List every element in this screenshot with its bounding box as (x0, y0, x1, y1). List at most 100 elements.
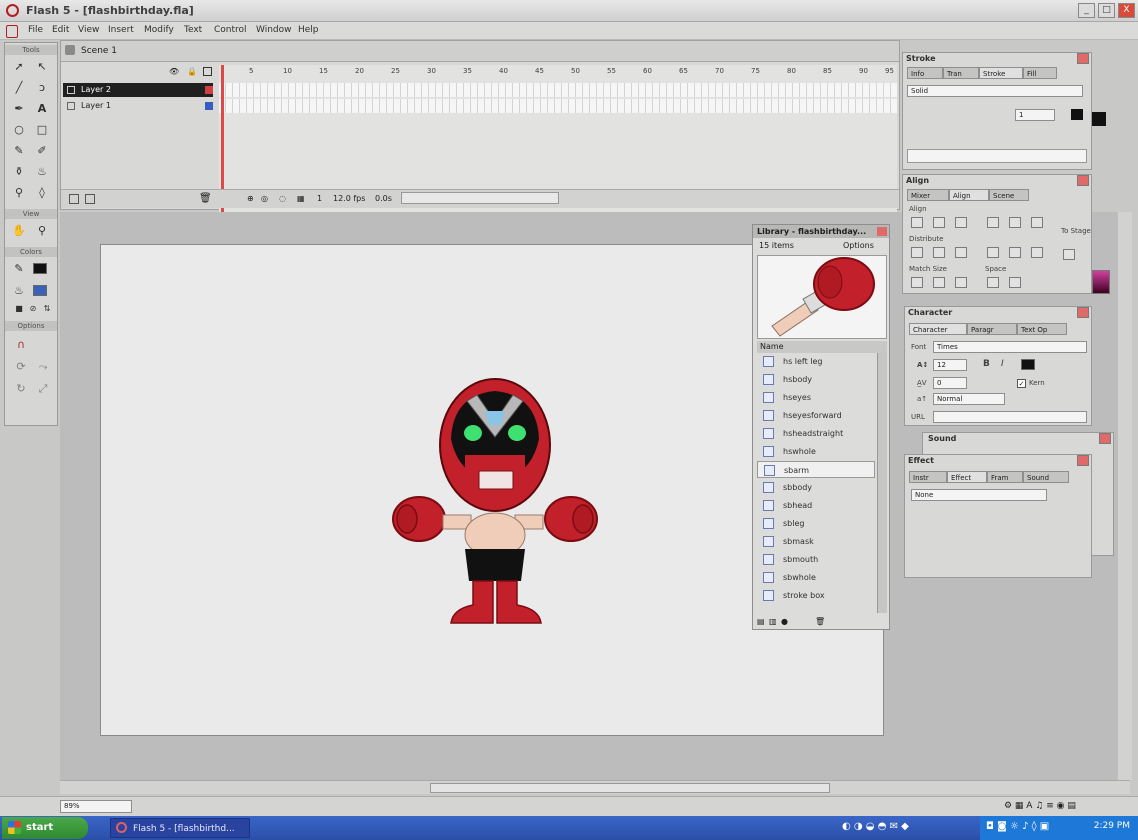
tab-frame[interactable]: Fram (987, 471, 1023, 483)
paint-bucket-icon[interactable]: ♨ (32, 162, 52, 181)
library-column-name[interactable]: Name (757, 341, 887, 353)
dropper-icon[interactable]: ⚲ (9, 183, 29, 202)
zoom-select[interactable]: 89% (60, 800, 132, 813)
stroke-color-swatch[interactable] (1071, 109, 1083, 120)
ink-bottle-icon[interactable]: ⚱ (9, 162, 29, 181)
menu-edit[interactable]: Edit (52, 25, 69, 35)
text-color-swatch[interactable] (1021, 359, 1035, 370)
align-right-icon[interactable] (955, 217, 967, 228)
brush-icon[interactable]: ✐ (32, 141, 52, 160)
list-item[interactable]: hsbody (757, 371, 875, 388)
subselect-icon[interactable]: ↖ (32, 57, 52, 76)
align-bottom-icon[interactable] (1031, 217, 1043, 228)
eraser-icon[interactable]: ◊ (32, 183, 52, 202)
list-item[interactable]: hs left leg (757, 353, 875, 370)
list-item[interactable]: hseyesforward (757, 407, 875, 424)
stage-vertical-scrollbar[interactable] (1118, 212, 1132, 780)
rotate-icon[interactable]: ↻ (11, 379, 31, 398)
maximize-button[interactable]: □ (1098, 3, 1115, 18)
to-stage-button[interactable] (1063, 249, 1075, 260)
hand-icon[interactable]: ✋ (9, 221, 29, 240)
distribute-left-icon[interactable] (987, 247, 999, 258)
match-width-icon[interactable] (911, 277, 923, 288)
distribute-bottom-icon[interactable] (955, 247, 967, 258)
tab-text-options[interactable]: Text Op (1017, 323, 1067, 335)
italic-button[interactable]: I (1001, 359, 1004, 369)
url-field[interactable] (933, 411, 1087, 423)
list-item[interactable]: hsheadstraight (757, 425, 875, 442)
launcher-icons[interactable]: ⚙ ▦ A ♫ ≡ ◉ ▤ (1004, 801, 1076, 811)
effect-select[interactable]: None (911, 489, 1047, 501)
fill-color-swatch[interactable] (1092, 112, 1106, 126)
properties-icon[interactable]: ● (781, 617, 788, 626)
menu-window[interactable]: Window (256, 25, 292, 35)
align-center-icon[interactable] (933, 217, 945, 228)
stroke-color-icon[interactable]: ✎ (9, 259, 29, 278)
align-middle-icon[interactable] (1009, 217, 1021, 228)
align-left-icon[interactable] (911, 217, 923, 228)
stroke-style-select[interactable]: Solid (907, 85, 1083, 97)
align-top-icon[interactable] (987, 217, 999, 228)
taskbar-item-flash[interactable]: Flash 5 - [flashbirthd... (110, 818, 250, 838)
fill-color-icon[interactable]: ♨ (9, 281, 29, 300)
tab-sound[interactable]: Sound (1023, 471, 1069, 483)
scene-name[interactable]: Scene 1 (81, 46, 117, 56)
minimize-button[interactable]: _ (1078, 3, 1095, 18)
layer-row-2[interactable]: Layer 2 (63, 83, 213, 97)
distribute-right-icon[interactable] (1031, 247, 1043, 258)
distribute-center-icon[interactable] (933, 247, 945, 258)
tab-effect[interactable]: Effect (947, 471, 987, 483)
library-options-menu[interactable]: Options (843, 241, 874, 250)
delete-icon[interactable]: 🗑 (815, 617, 825, 626)
baseline-select[interactable]: Normal (933, 393, 1005, 405)
tab-scene[interactable]: Scene (989, 189, 1029, 201)
lock-icon[interactable]: 🔒 (187, 67, 197, 76)
menu-help[interactable]: Help (298, 25, 319, 35)
list-item[interactable]: hseyes (757, 389, 875, 406)
menu-view[interactable]: View (78, 25, 99, 35)
smooth-icon[interactable]: ⟳ (11, 357, 31, 376)
menu-control[interactable]: Control (214, 25, 247, 35)
match-both-icon[interactable] (955, 277, 967, 288)
trash-icon[interactable]: 🗑 (199, 193, 212, 204)
fill-color-swatch[interactable] (33, 285, 47, 296)
list-item[interactable]: sbleg (757, 515, 875, 532)
tracking-field[interactable]: 0 (933, 377, 967, 389)
oval-icon[interactable]: ○ (9, 120, 29, 139)
add-layer-icon[interactable] (69, 194, 79, 204)
list-item[interactable]: stroke box (757, 587, 875, 604)
list-item[interactable]: sbmouth (757, 551, 875, 568)
zoom-icon[interactable]: ⚲ (32, 221, 52, 240)
edit-frames-icon[interactable]: ▦ (297, 194, 305, 203)
stage-horizontal-scrollbar[interactable] (60, 780, 1130, 794)
tab-stroke[interactable]: Stroke (979, 67, 1023, 79)
tab-character[interactable]: Character (909, 323, 967, 335)
font-size-field[interactable]: 12 (933, 359, 967, 371)
menu-file[interactable]: File (28, 25, 43, 35)
tab-mixer[interactable]: Mixer (907, 189, 949, 201)
color-ramp-swatch[interactable] (1092, 270, 1110, 294)
tab-instance[interactable]: Instr (909, 471, 947, 483)
close-icon[interactable] (1077, 53, 1089, 64)
outline-icon[interactable] (203, 67, 212, 76)
close-icon[interactable] (1077, 455, 1089, 466)
center-frame-icon[interactable]: ⊕ (247, 194, 254, 203)
lasso-icon[interactable]: ↄ (32, 78, 52, 97)
bold-button[interactable]: B (983, 359, 990, 369)
library-scrollbar[interactable] (877, 353, 887, 613)
list-item[interactable]: hswhole (757, 443, 875, 460)
close-icon[interactable] (1099, 433, 1111, 444)
tab-fill[interactable]: Fill (1023, 67, 1057, 79)
close-icon[interactable] (1077, 175, 1089, 186)
scroll-thumb[interactable] (430, 783, 830, 793)
distribute-top-icon[interactable] (911, 247, 923, 258)
list-item[interactable]: sbbody (757, 479, 875, 496)
pencil-icon[interactable]: ✎ (9, 141, 29, 160)
list-item[interactable]: sbhead (757, 497, 875, 514)
arrow-icon[interactable]: ➚ (9, 57, 29, 76)
onion-skin-icon[interactable]: ◎ (261, 194, 268, 203)
tab-info[interactable]: Info (907, 67, 943, 79)
match-height-icon[interactable] (933, 277, 945, 288)
menu-insert[interactable]: Insert (108, 25, 134, 35)
distribute-hcenter-icon[interactable] (1009, 247, 1021, 258)
